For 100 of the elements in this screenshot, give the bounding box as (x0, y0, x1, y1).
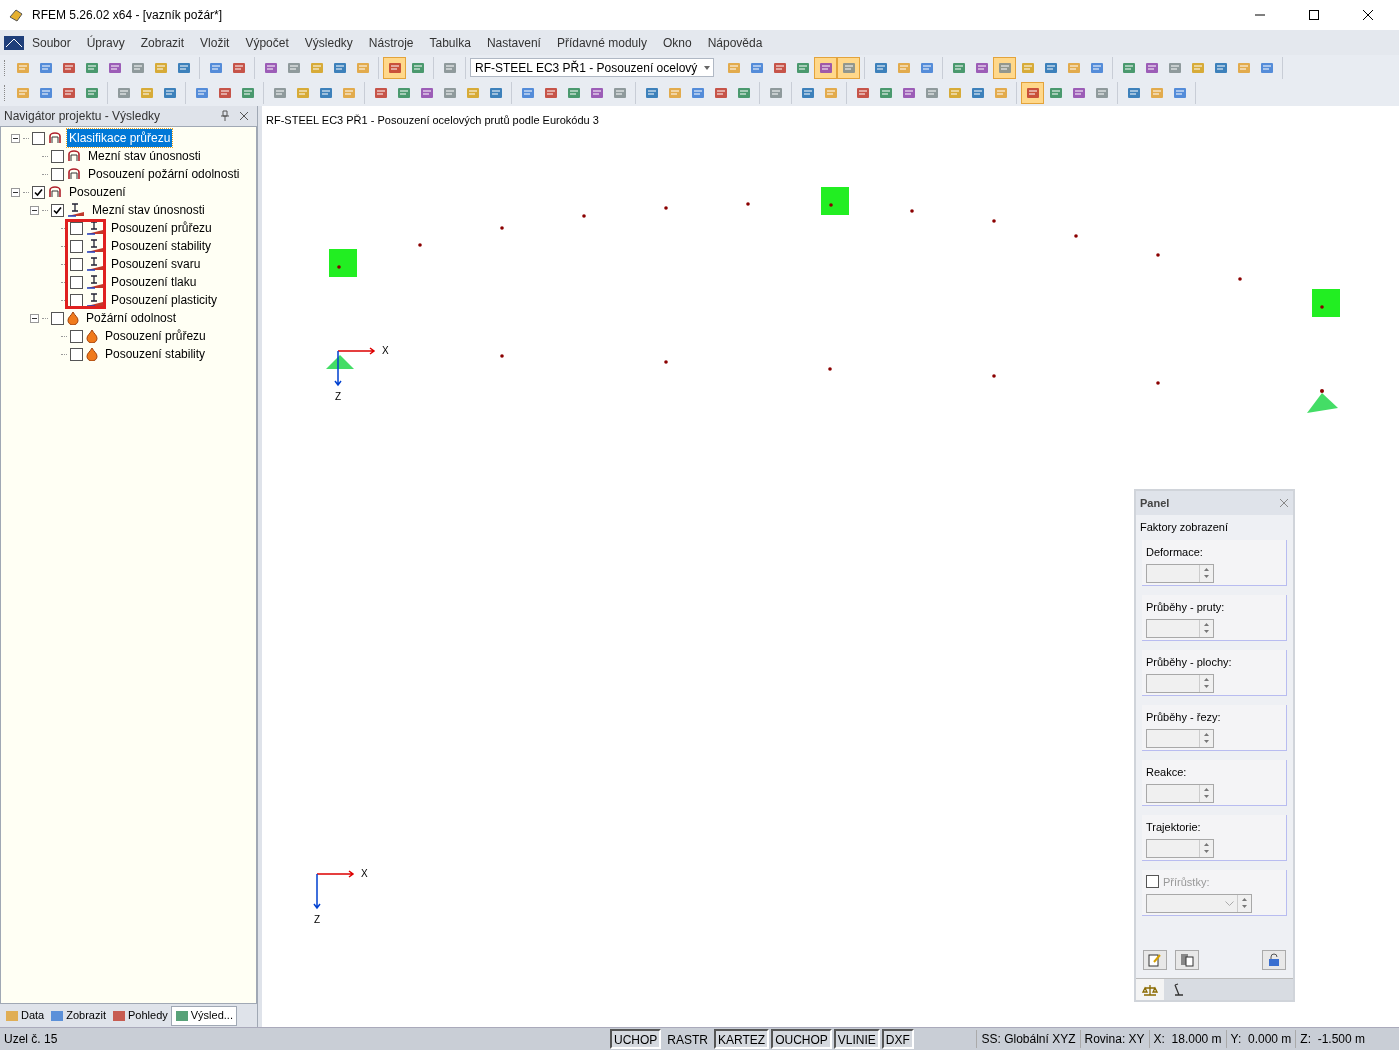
tree-item[interactable]: Mezní stav únosnosti (90, 201, 207, 219)
status-toggle[interactable]: RASTR (663, 1029, 712, 1049)
collapse-icon[interactable] (11, 187, 20, 197)
tree-item[interactable]: Mezní stav únosnosti (86, 147, 203, 165)
checkbox[interactable] (70, 329, 83, 343)
navigator-tab[interactable]: Zobrazit (47, 1005, 109, 1026)
axis-label: Z (314, 913, 321, 927)
checkbox[interactable] (32, 131, 45, 145)
tree-item[interactable]: Posouzení tlaku (109, 273, 199, 291)
status-toggle[interactable]: OUCHOP (771, 1029, 832, 1049)
menu-item[interactable]: Výsledky (296, 33, 361, 52)
panel-tab[interactable] (1136, 979, 1164, 1000)
checkbox[interactable] (70, 257, 83, 271)
spin-field[interactable] (1146, 564, 1214, 583)
status-toggle[interactable]: VLINIE (833, 1029, 880, 1049)
tree-item[interactable]: Požární odolnost (84, 309, 179, 327)
menu-item[interactable]: Nápověda (699, 33, 771, 52)
document-icon (4, 35, 24, 50)
tree-item[interactable]: Posouzení průřezu (109, 219, 214, 237)
flame-icon (67, 311, 79, 325)
collapse-icon[interactable] (30, 313, 39, 323)
app-logo-icon (8, 7, 24, 23)
toolbar-button[interactable] (993, 56, 1017, 79)
tree-item[interactable]: Posouzení plasticity (109, 291, 220, 309)
checkbox[interactable] (51, 203, 64, 217)
menu-item[interactable]: Soubor (24, 33, 79, 52)
tool-icon (239, 85, 256, 101)
collapse-icon[interactable] (11, 133, 20, 143)
tree-item[interactable]: Posouzení svaru (109, 255, 203, 273)
tool-icon (900, 85, 917, 101)
navigator-tab[interactable]: Data (2, 1005, 48, 1026)
menu-item[interactable]: Tabulka (421, 33, 479, 52)
tool-icon (193, 85, 210, 101)
checkbox[interactable] (70, 293, 83, 307)
menu-item[interactable]: Okno (654, 33, 700, 52)
toolbar-button[interactable] (383, 56, 406, 79)
collapse-icon[interactable] (30, 205, 39, 215)
field-label: Reakce: (1146, 765, 1187, 778)
tool-icon (317, 85, 334, 101)
edit-button[interactable] (1143, 950, 1167, 970)
toolbar-button[interactable] (837, 56, 861, 79)
tab-icon (50, 1008, 65, 1023)
toolbar-button[interactable] (1021, 82, 1044, 104)
menu-item[interactable]: Přídavné moduly (548, 33, 655, 52)
menu-item[interactable]: Nástroje (360, 33, 422, 52)
tree-item[interactable]: Klasifikace průřezu (67, 129, 173, 147)
tree-item[interactable]: Posouzení požární odolnosti (86, 165, 242, 183)
beam-icon (86, 239, 104, 253)
spin-field[interactable] (1146, 619, 1214, 638)
spin-field[interactable] (1146, 784, 1214, 803)
checkbox[interactable] (32, 185, 45, 199)
tree-item[interactable]: Posouzení stability (103, 345, 208, 363)
tool-icon (37, 85, 54, 101)
status-toggle[interactable]: UCHOP (610, 1029, 662, 1049)
tool-icon (441, 85, 458, 101)
menu-item[interactable]: Nastavení (478, 33, 549, 52)
tree-item[interactable]: Posouzení (67, 183, 128, 201)
tool-icon (735, 85, 752, 101)
field-label: Deformace: (1146, 545, 1203, 558)
navigator-tab[interactable]: Pohledy (109, 1005, 171, 1026)
beam-icon (86, 275, 104, 289)
navigator-title: Navigátor projektu - Výsledky (4, 108, 162, 125)
toolbar-button[interactable] (814, 56, 838, 79)
tab-icon (174, 1008, 189, 1023)
menu-item[interactable]: Výpočet (237, 33, 297, 52)
spin-field[interactable] (1146, 839, 1214, 858)
menu-item[interactable]: Vložit (192, 33, 238, 52)
panel-heading: Faktory zobrazení (1139, 520, 1230, 535)
tool-icon (464, 85, 481, 101)
beam-icon (67, 203, 85, 217)
menu-item[interactable]: Zobrazit (132, 33, 193, 52)
close-icon[interactable] (1279, 498, 1289, 508)
tree-item[interactable]: Posouzení průřezu (103, 327, 208, 345)
checkbox[interactable] (70, 275, 83, 289)
status-toggle[interactable]: KARTEZ (714, 1029, 770, 1049)
tool-icon (542, 85, 559, 101)
section-icon (48, 132, 62, 144)
copy-button[interactable] (1175, 950, 1199, 970)
spin-field[interactable] (1146, 674, 1214, 693)
tool-icon (877, 85, 894, 101)
checkbox[interactable] (51, 149, 64, 163)
status-toggle[interactable]: DXF (881, 1029, 914, 1049)
navigator-tab[interactable]: Výsled... (170, 1005, 237, 1026)
checkbox[interactable] (70, 347, 83, 361)
tool-icon (799, 85, 816, 101)
combo-spin-field[interactable] (1146, 894, 1252, 913)
checkbox[interactable] (51, 311, 64, 325)
checkbox[interactable] (70, 239, 83, 253)
menu-item[interactable]: Úpravy (78, 33, 133, 52)
lock-button[interactable] (1262, 950, 1286, 970)
tree-item[interactable]: Posouzení stability (109, 237, 214, 255)
module-dropdown[interactable]: RF-STEEL EC3 PŘ1 - Posouzení ocelový (470, 58, 715, 77)
checkbox[interactable] (1146, 875, 1159, 889)
close-icon[interactable] (239, 111, 249, 121)
tool-icon (1093, 85, 1110, 101)
spin-field[interactable] (1146, 729, 1214, 748)
axis-triad-icon (313, 870, 357, 910)
pin-icon[interactable] (219, 110, 231, 122)
checkbox[interactable] (51, 167, 64, 181)
tool-icon (294, 85, 311, 101)
